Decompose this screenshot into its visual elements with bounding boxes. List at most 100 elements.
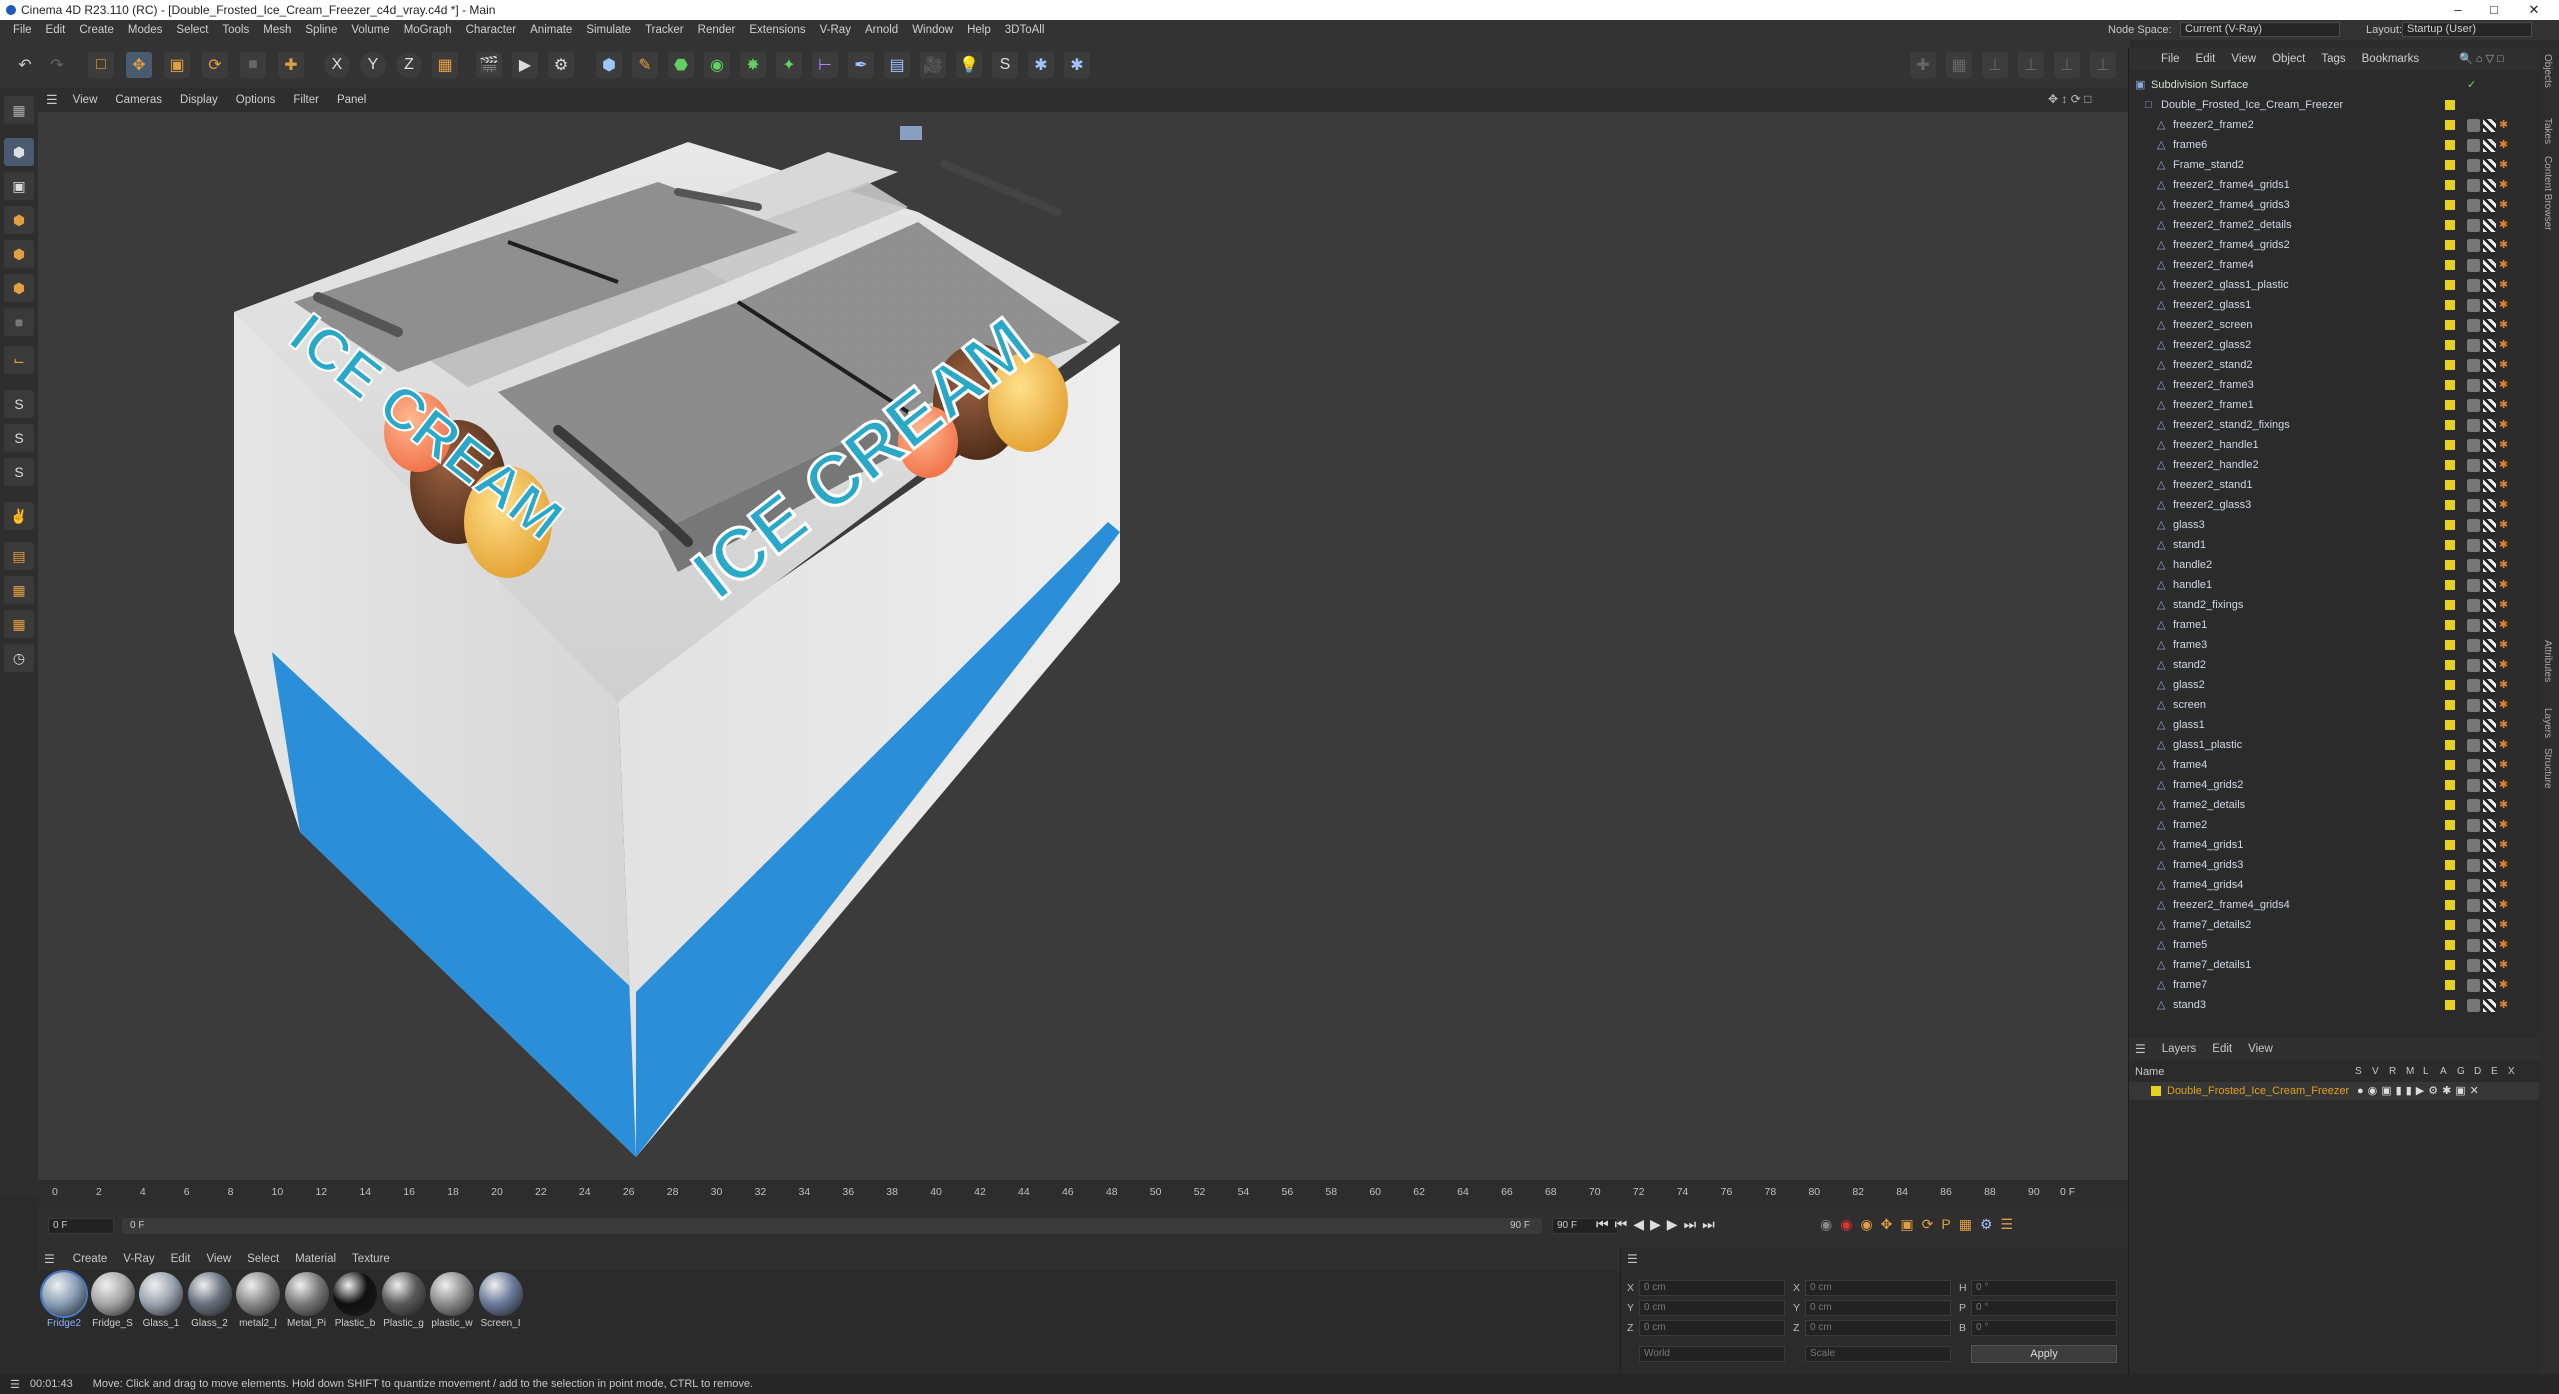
- texture-tag-icon[interactable]: [2483, 139, 2496, 152]
- vray-tag-icon[interactable]: ✱: [2499, 839, 2509, 852]
- phong-tag-icon[interactable]: [2467, 879, 2480, 892]
- material-menu-edit[interactable]: Edit: [163, 1253, 199, 1265]
- scale-icon[interactable]: ▣: [164, 52, 190, 78]
- phong-tag-icon[interactable]: [2467, 139, 2480, 152]
- object-row[interactable]: △ freezer2_handle2 ✱: [2129, 456, 2540, 476]
- light-icon[interactable]: 💡: [956, 52, 982, 78]
- object-row[interactable]: △ frame7_details1 ✱: [2129, 956, 2540, 976]
- guide-icon[interactable]: ⊥: [2018, 52, 2044, 78]
- material-swatch[interactable]: [381, 1272, 426, 1316]
- material-menu-select[interactable]: Select: [239, 1253, 287, 1265]
- phong-tag-icon[interactable]: [2467, 479, 2480, 492]
- layer-color-dot[interactable]: [2445, 520, 2455, 530]
- texture-tag-icon[interactable]: [2483, 399, 2496, 412]
- viewport-nav-icons[interactable]: ✥ ↕ ⟳ □: [2048, 92, 2091, 106]
- prev-frame-icon[interactable]: ◀: [1633, 1216, 1644, 1238]
- object-row[interactable]: △ freezer2_glass1_plastic ✱: [2129, 276, 2540, 296]
- object-row[interactable]: △ freezer2_frame3 ✱: [2129, 376, 2540, 396]
- texture-tag-icon[interactable]: [2483, 379, 2496, 392]
- layer-color-dot[interactable]: [2445, 340, 2455, 350]
- phong-tag-icon[interactable]: [2467, 839, 2480, 852]
- menu-render[interactable]: Render: [691, 24, 743, 36]
- phong-tag-icon[interactable]: [2467, 619, 2480, 632]
- phong-tag-icon[interactable]: [2467, 939, 2480, 952]
- menu-select[interactable]: Select: [169, 24, 215, 36]
- go-to-start-icon[interactable]: ⏮: [1596, 1216, 1609, 1238]
- make-editable-icon[interactable]: ▦: [4, 96, 34, 124]
- vray-tag-icon[interactable]: ✱: [2499, 919, 2509, 932]
- tab-structure[interactable]: Structure: [2542, 748, 2553, 789]
- object-row[interactable]: △ freezer2_frame2_details ✱: [2129, 216, 2540, 236]
- minimize-icon[interactable]: –: [2440, 0, 2476, 20]
- object-row[interactable]: △ frame4_grids1 ✱: [2129, 836, 2540, 856]
- menu-spline[interactable]: Spline: [298, 24, 344, 36]
- layer-color-dot[interactable]: [2445, 820, 2455, 830]
- layer-color-dot[interactable]: [2445, 960, 2455, 970]
- object-row[interactable]: △ freezer2_stand1 ✱: [2129, 476, 2540, 496]
- axis-mode-icon[interactable]: ⌙: [4, 346, 34, 374]
- phong-tag-icon[interactable]: [2467, 259, 2480, 272]
- material-swatch[interactable]: [139, 1272, 183, 1316]
- layer-color-dot[interactable]: [2445, 500, 2455, 510]
- layer-color-dot[interactable]: [2445, 160, 2455, 170]
- edges-mode-icon[interactable]: ⬢: [4, 240, 34, 268]
- object-row[interactable]: △ frame5 ✱: [2129, 936, 2540, 956]
- autokey-icon[interactable]: ◉: [1840, 1216, 1852, 1238]
- solo-icon[interactable]: S: [4, 390, 34, 418]
- pos-y-field[interactable]: 0 cm: [1639, 1300, 1785, 1316]
- layers-menu-layers[interactable]: Layers: [2154, 1043, 2205, 1055]
- material-swatch[interactable]: [284, 1272, 329, 1316]
- object-row[interactable]: △ frame4_grids2 ✱: [2129, 776, 2540, 796]
- phong-tag-icon[interactable]: [2467, 699, 2480, 712]
- object-row[interactable]: △ frame4 ✱: [2129, 756, 2540, 776]
- pen-icon[interactable]: ✎: [632, 52, 658, 78]
- layer-color-dot[interactable]: [2445, 980, 2455, 990]
- snap-grid-icon[interactable]: ▤: [4, 542, 34, 570]
- vray-tag-icon[interactable]: ✱: [2499, 299, 2509, 312]
- material-menu-vray[interactable]: V-Ray: [115, 1253, 162, 1265]
- texture-tag-icon[interactable]: [2483, 679, 2496, 692]
- texture-tag-icon[interactable]: [2483, 879, 2496, 892]
- object-row[interactable]: △ freezer2_frame2 ✱: [2129, 116, 2540, 136]
- vray-tag-icon[interactable]: ✱: [2499, 339, 2509, 352]
- layer-color-dot[interactable]: [2445, 900, 2455, 910]
- polygons-mode-icon[interactable]: ⬢: [4, 274, 34, 302]
- object-row-root[interactable]: ▣ Subdivision Surface ✓: [2129, 76, 2540, 96]
- object-row[interactable]: △ freezer2_glass1 ✱: [2129, 296, 2540, 316]
- menu-3dtoall[interactable]: 3DToAll: [998, 24, 1052, 36]
- vray-icon[interactable]: S: [992, 52, 1018, 78]
- object-row[interactable]: △ stand3 ✱: [2129, 996, 2540, 1016]
- menu-window[interactable]: Window: [905, 24, 960, 36]
- menu-create[interactable]: Create: [72, 24, 121, 36]
- viewport-menu-panel[interactable]: Panel: [328, 94, 375, 106]
- layer-color-dot[interactable]: [2445, 140, 2455, 150]
- phong-tag-icon[interactable]: [2467, 459, 2480, 472]
- axis-icon[interactable]: ⊥: [1982, 52, 2008, 78]
- object-row[interactable]: △ frame2_details ✱: [2129, 796, 2540, 816]
- rotation-key-icon[interactable]: ⟳: [1922, 1216, 1934, 1238]
- material-swatch[interactable]: [90, 1272, 135, 1316]
- lock-workplane-icon[interactable]: ▦: [4, 610, 34, 638]
- points-mode-icon[interactable]: ⬢: [4, 206, 34, 234]
- phong-tag-icon[interactable]: [2467, 159, 2480, 172]
- uv-mode-icon[interactable]: ■: [4, 308, 34, 336]
- viewport-menu-display[interactable]: Display: [171, 94, 227, 106]
- vray-tag-icon[interactable]: ✱: [2499, 439, 2509, 452]
- texture-tag-icon[interactable]: [2483, 899, 2496, 912]
- object-row[interactable]: △ frame7 ✱: [2129, 976, 2540, 996]
- object-menu-tags[interactable]: Tags: [2313, 53, 2353, 65]
- layer-color-dot[interactable]: [2445, 1000, 2455, 1010]
- object-search-icon[interactable]: 🔍 ⌂ ▽ □: [2459, 52, 2504, 65]
- texture-tag-icon[interactable]: [2483, 479, 2496, 492]
- rot-p-field[interactable]: 0 °: [1971, 1300, 2117, 1316]
- object-menu-view[interactable]: View: [2223, 53, 2264, 65]
- menu-tracker[interactable]: Tracker: [638, 24, 691, 36]
- vray-tag-icon[interactable]: ✱: [2499, 819, 2509, 832]
- object-row[interactable]: △ handle2 ✱: [2129, 556, 2540, 576]
- layer-flag-icons[interactable]: ●◉▣▮▮▶⚙✱▣✕: [2357, 1084, 2483, 1097]
- scheme-icon[interactable]: ⚙: [1980, 1216, 1993, 1238]
- vray-tag-icon[interactable]: ✱: [2499, 259, 2509, 272]
- phong-tag-icon[interactable]: [2467, 679, 2480, 692]
- phong-tag-icon[interactable]: [2467, 719, 2480, 732]
- texture-tag-icon[interactable]: [2483, 939, 2496, 952]
